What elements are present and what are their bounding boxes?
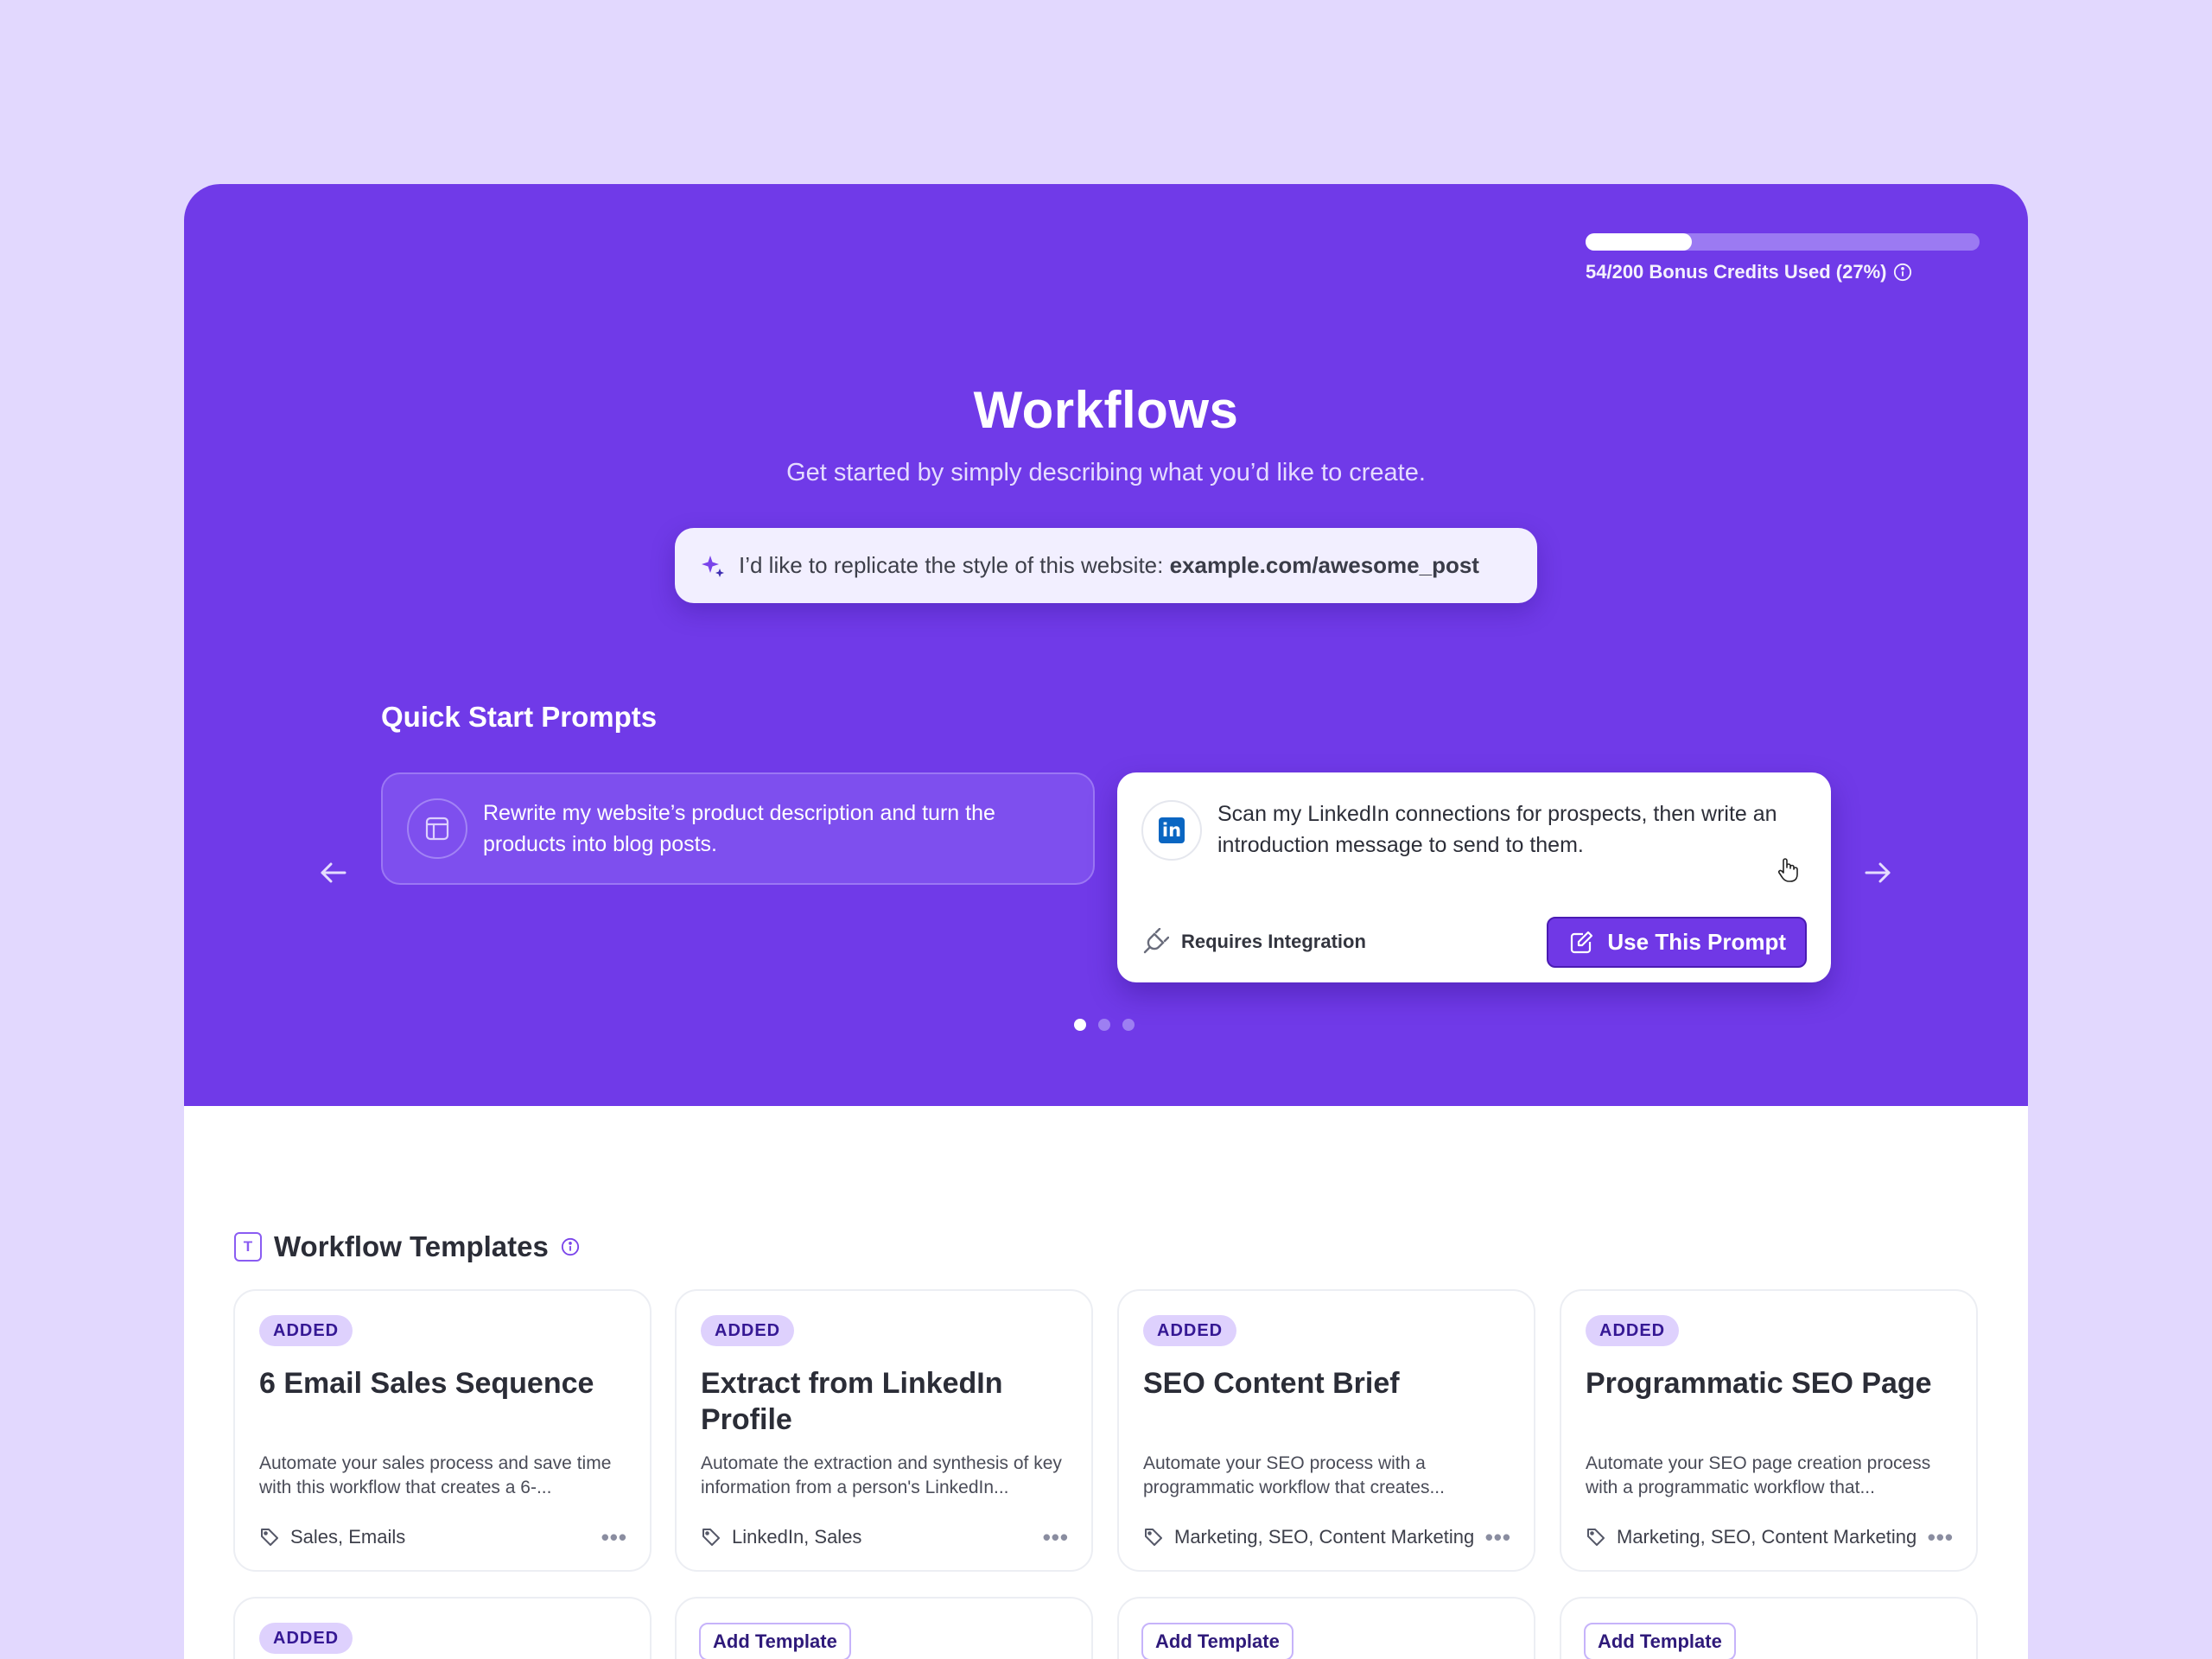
credits-label: 54/200 Bonus Credits Used (27%) [1586,261,1887,283]
hero-section: 54/200 Bonus Credits Used (27%) Workflow… [184,184,2028,1106]
template-tags-label: Marketing, SEO, Content Marketing [1617,1526,1917,1548]
prompt-highlight: example.com/awesome_post [1169,552,1479,578]
quick-prompt-text: Rewrite my website’s product description… [483,801,995,856]
template-description: Automate your SEO page creation process … [1586,1453,1931,1497]
page-title: Workflows [973,381,1239,439]
template-name: Extract from LinkedIn Profile [701,1367,1003,1436]
use-this-prompt-label: Use This Prompt [1607,929,1786,955]
quick-prompt-card-selected[interactable]: in Scan my LinkedIn connections for pros… [1117,772,1831,982]
template-tags: Sales, Emails [259,1526,405,1548]
more-options-icon[interactable]: ••• [1043,1524,1069,1551]
template-tags: LinkedIn, Sales [701,1526,861,1548]
template-card[interactable]: Add Template [1117,1597,1535,1659]
layout-icon [407,798,467,859]
add-template-button[interactable]: Add Template [1141,1623,1294,1659]
tag-icon [1587,1529,1605,1546]
template-card[interactable]: ADDED 6 Email Sales Sequence Automate yo… [233,1289,652,1572]
quick-start-title: Quick Start Prompts [381,701,658,733]
added-badge: ADDED [1143,1315,1237,1346]
added-badge: ADDED [701,1315,795,1346]
workflow-templates-header: T Workflow Templates [234,1230,580,1263]
workflow-templates-title: Workflow Templates [274,1230,549,1262]
template-description: Automate your SEO process with a program… [1143,1453,1445,1497]
template-icon: T [234,1232,262,1262]
template-description: Automate your sales process and save tim… [259,1453,612,1497]
template-card[interactable]: Add Template [1560,1597,1978,1659]
credits-text-row: 54/200 Bonus Credits Used (27%) [1586,261,1980,283]
sparkle-icon [702,555,724,577]
prompt-input[interactable]: I’d like to replicate the style of this … [675,528,1537,603]
credits-progress-fill [1586,233,1693,251]
info-icon[interactable] [1893,263,1912,282]
add-template-button[interactable]: Add Template [1584,1623,1736,1659]
more-options-icon[interactable]: ••• [601,1524,627,1551]
template-name: 6 Email Sales Sequence [259,1367,594,1400]
template-tags: Marketing, SEO, Content Marketing [1143,1526,1474,1548]
carousel-prev-arrow-icon[interactable] [317,856,350,889]
requirement-label: Requires Integration [1181,931,1366,952]
template-tags-label: LinkedIn, Sales [732,1526,862,1548]
carousel-dot[interactable] [1074,1019,1086,1031]
template-description: Automate the extraction and synthesis of… [701,1453,1062,1497]
page-subtitle: Get started by simply describing what yo… [786,459,1426,486]
added-badge: ADDED [1586,1315,1680,1346]
more-options-icon[interactable]: ••• [1485,1524,1511,1551]
template-tags-label: Sales, Emails [290,1526,406,1548]
linkedin-logo: in [1159,817,1185,843]
carousel-pagination [1074,1019,1135,1031]
info-icon[interactable] [561,1237,580,1256]
template-card[interactable]: ADDED SEO Content Brief Automate your SE… [1117,1289,1535,1572]
template-tags: Marketing, SEO, Content Marketing [1586,1526,1916,1548]
add-template-button[interactable]: Add Template [699,1623,851,1659]
template-tags-label: Marketing, SEO, Content Marketing [1174,1526,1475,1548]
prompt-input-text: I’d like to replicate the style of this … [739,552,1479,579]
added-badge: ADDED [259,1315,353,1346]
linkedin-icon: in [1141,800,1202,861]
template-card[interactable]: Add Template [675,1597,1093,1659]
plug-icon [1143,928,1169,954]
template-name: Programmatic SEO Page [1586,1367,1932,1400]
hand-pointer-icon [1777,858,1798,882]
template-card[interactable]: ADDED Extract from LinkedIn Profile Auto… [675,1289,1093,1572]
quick-prompt-card[interactable]: Rewrite my website’s product description… [381,772,1095,885]
tag-icon [702,1529,720,1546]
integration-requirement: Requires Integration [1141,928,1366,956]
added-badge: ADDED [259,1623,353,1654]
carousel-dot[interactable] [1098,1019,1110,1031]
tag-icon [261,1529,278,1546]
prompt-prefix: I’d like to replicate the style of this … [739,552,1170,578]
template-card[interactable]: ADDED [233,1597,652,1659]
carousel-next-arrow-icon[interactable] [1861,856,1894,889]
credits-meter: 54/200 Bonus Credits Used (27%) [1586,233,1980,283]
use-this-prompt-button[interactable]: Use This Prompt [1547,917,1807,968]
template-card[interactable]: ADDED Programmatic SEO Page Automate you… [1560,1289,1978,1572]
carousel-dot[interactable] [1122,1019,1135,1031]
app-window: 54/200 Bonus Credits Used (27%) Workflow… [184,184,2028,1659]
tag-icon [1145,1529,1162,1546]
credits-progress-bar [1586,233,1980,251]
template-name: SEO Content Brief [1143,1367,1400,1400]
more-options-icon[interactable]: ••• [1928,1524,1954,1551]
quick-prompt-text: Scan my LinkedIn connections for prospec… [1217,802,1777,857]
edit-icon [1571,931,1593,953]
